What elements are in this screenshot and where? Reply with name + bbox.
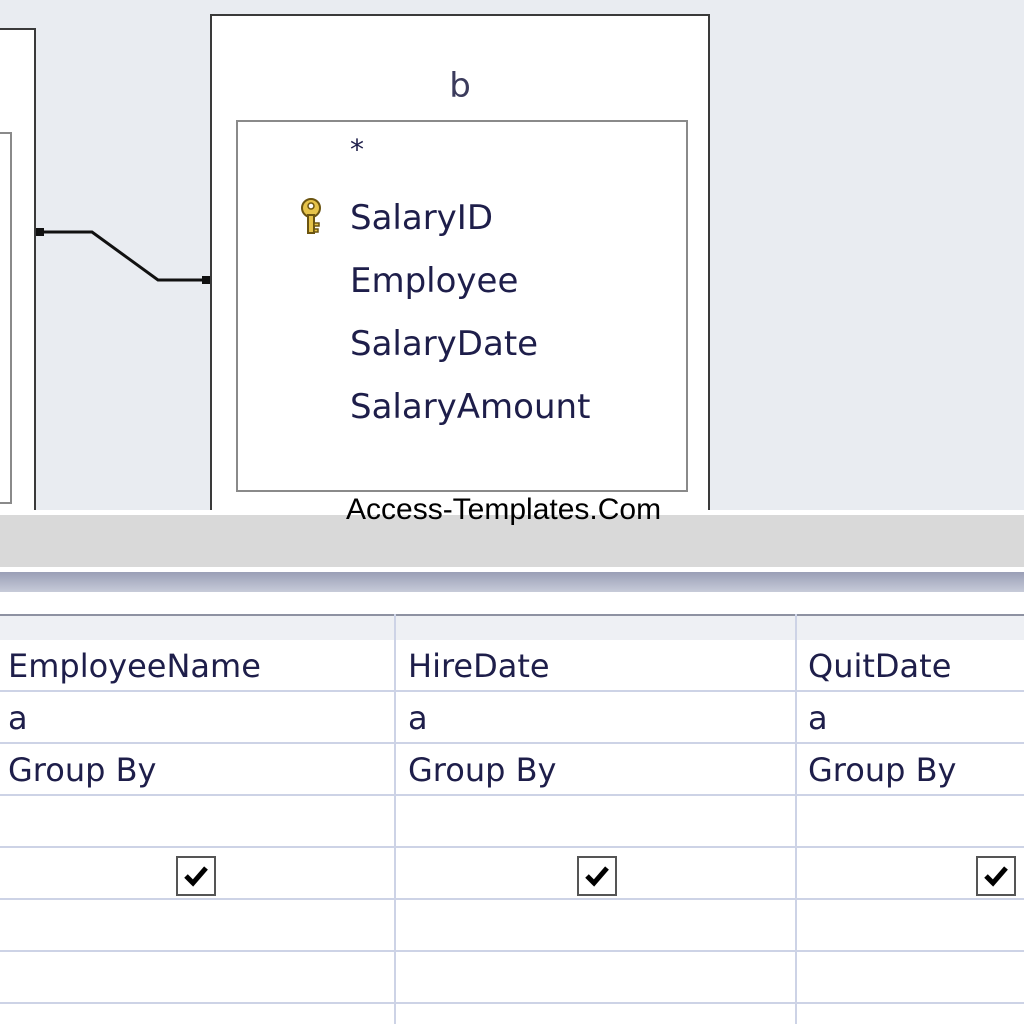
field-salaryamount[interactable]: SalaryAmount	[350, 387, 590, 427]
field-employee[interactable]: Employee	[350, 261, 518, 301]
row-divider	[0, 1002, 1024, 1004]
query-design-grid[interactable]: EmployeeName a Group By HireDate a Group…	[0, 572, 1024, 1024]
primary-key-icon	[301, 198, 321, 234]
row-divider	[0, 690, 1024, 692]
field-all[interactable]: *	[350, 130, 364, 170]
table-b-field-list[interactable]: * SalaryID Employee SalaryDate SalaryAmo…	[236, 120, 688, 492]
column-divider[interactable]	[394, 614, 396, 1024]
field-salarydate[interactable]: SalaryDate	[350, 324, 538, 364]
row-divider	[0, 898, 1024, 900]
show-checkbox[interactable]	[976, 856, 1016, 896]
grid-top-bar	[0, 572, 1024, 592]
row-divider	[0, 742, 1024, 744]
grid-column-selector-strip[interactable]	[0, 614, 1024, 640]
row-divider	[0, 846, 1024, 848]
checkmark-icon	[585, 866, 609, 887]
show-checkbox[interactable]	[577, 856, 617, 896]
table-design-surface[interactable]: b * SalaryID Employee SalaryDate SalaryA…	[0, 0, 1024, 510]
query-design-window: b * SalaryID Employee SalaryDate SalaryA…	[0, 0, 1024, 1024]
grid-total-cell[interactable]: Group By	[408, 750, 556, 790]
row-divider	[0, 950, 1024, 952]
grid-total-cell[interactable]: Group By	[8, 750, 156, 790]
show-checkbox[interactable]	[176, 856, 216, 896]
field-salaryid[interactable]: SalaryID	[350, 198, 493, 238]
column-divider[interactable]	[795, 614, 797, 1024]
watermark-text: Access-Templates.Com	[346, 493, 662, 526]
checkmark-icon	[984, 866, 1008, 887]
grid-table-cell[interactable]: a	[8, 698, 28, 738]
table-b-window[interactable]: b * SalaryID Employee SalaryDate SalaryA…	[210, 14, 710, 510]
checkmark-icon	[184, 866, 208, 887]
grid-field-cell[interactable]: EmployeeName	[8, 646, 261, 686]
row-divider	[0, 794, 1024, 796]
grid-table-cell[interactable]: a	[808, 698, 828, 738]
grid-table-cell[interactable]: a	[408, 698, 428, 738]
grid-field-cell[interactable]: QuitDate	[808, 646, 951, 686]
grid-field-cell[interactable]: HireDate	[408, 646, 550, 686]
table-b-title: b	[449, 66, 471, 106]
grid-total-cell[interactable]: Group By	[808, 750, 956, 790]
